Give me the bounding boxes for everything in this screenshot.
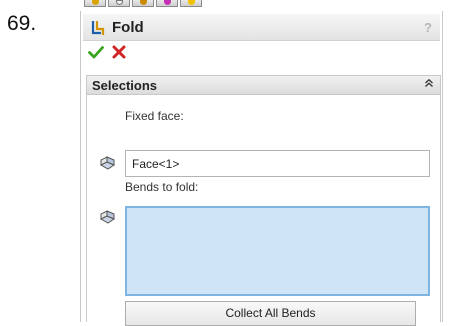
configuration-manager-tab[interactable] xyxy=(132,0,154,7)
selections-group-header[interactable]: Selections xyxy=(86,75,441,95)
feature-manager-tab[interactable] xyxy=(84,0,106,7)
bend-selection-icon xyxy=(99,208,117,226)
dimxpert-manager-tab[interactable] xyxy=(156,0,178,7)
help-button[interactable]: ? xyxy=(424,20,432,35)
checkmark-icon xyxy=(88,46,104,59)
bends-to-fold-label: Bends to fold: xyxy=(125,180,199,194)
collapse-chevron-icon[interactable] xyxy=(424,78,434,91)
step-number: 69. xyxy=(7,12,37,35)
display-manager-tab[interactable] xyxy=(180,0,202,7)
bends-to-fold-list[interactable] xyxy=(125,206,430,296)
cancel-button[interactable] xyxy=(111,44,127,60)
x-close-icon xyxy=(112,45,126,59)
property-manager-tabs xyxy=(84,0,224,8)
collect-all-bends-button[interactable]: Collect All Bends xyxy=(125,301,416,326)
fixed-face-field[interactable]: Face<1> xyxy=(125,150,430,177)
fixed-face-label: Fixed face: xyxy=(125,109,184,123)
property-manager-title-bar: Fold ? xyxy=(83,14,440,41)
property-manager-tab[interactable] xyxy=(108,0,130,7)
selections-title: Selections xyxy=(92,78,158,93)
fold-feature-icon xyxy=(90,19,108,37)
panel-title: Fold xyxy=(112,19,144,36)
face-selection-icon xyxy=(99,154,117,172)
ok-button[interactable] xyxy=(88,44,104,60)
fold-property-manager: Fold ? Selections Fixed face: Face<1> Be… xyxy=(80,11,443,326)
selections-group-body: Fixed face: Face<1> Bends to fold: Colle… xyxy=(86,95,441,326)
